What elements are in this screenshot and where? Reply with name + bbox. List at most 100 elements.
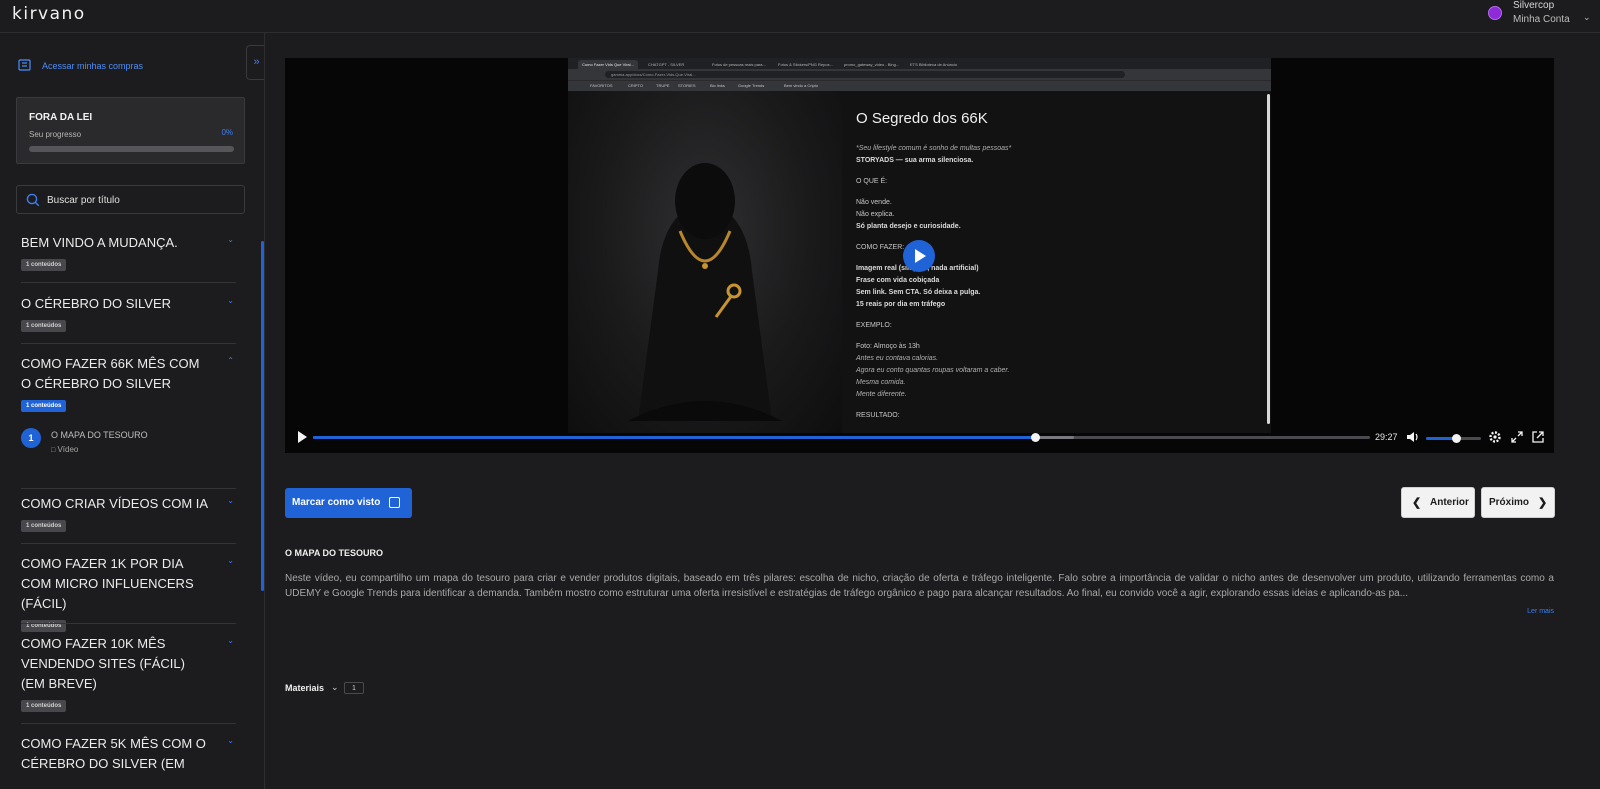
browser-tab: ETS Biblioteca de Anúncio — [910, 62, 958, 67]
double-chevron-right-icon: » — [253, 56, 260, 68]
volume-slider[interactable] — [1426, 434, 1481, 443]
module-item[interactable]: COMO FAZER 10K MÊS VENDENDO SITES (FÁCIL… — [21, 634, 237, 724]
course-progress-card: FORA DA LEI Seu progresso 0% — [16, 97, 245, 164]
module-count-badge: 1 conteúdos — [21, 620, 67, 632]
browser-url: gamma.app/docs/Como-Fazer-Vids-Que-Viral… — [605, 71, 1125, 78]
slide-line: COMO FAZER: — [856, 244, 905, 251]
slide-line: EXEMPLO: — [856, 322, 892, 329]
chevron-down-icon[interactable]: ⌄ — [227, 296, 234, 305]
lesson-number: 1 — [21, 428, 41, 448]
slide-content: O Segredo dos 66K *Seu lifestyle comum é… — [856, 110, 1076, 422]
browser-tab: promo_gateway_video - Bing... — [844, 62, 900, 67]
slide-line: RESULTADO: — [856, 412, 900, 419]
module-item[interactable]: BEM VINDO A MUDANÇA. ⌄ 1 conteúdos — [21, 233, 237, 283]
bookmark: FAVORITOS — [590, 83, 613, 88]
hooded-figure-image — [568, 91, 842, 433]
chevron-down-icon[interactable]: ⌄ — [227, 496, 234, 505]
search-box — [16, 185, 245, 214]
browser-bookmarks-bar: FAVORITOS CRIPTO TRUPE STORIES Bio links… — [568, 80, 1271, 91]
module-count-badge: 1 conteúdos — [21, 259, 67, 271]
chevron-down-icon[interactable]: ⌄ — [227, 736, 234, 745]
module-title: COMO CRIAR VÍDEOS COM IA — [21, 496, 209, 511]
slide-title: O Segredo dos 66K — [856, 110, 988, 127]
mark-as-seen-button[interactable]: Marcar como visto — [285, 488, 412, 518]
previous-button[interactable]: ❮ Anterior — [1401, 487, 1475, 518]
settings-icon[interactable] — [1488, 430, 1502, 444]
slide-line: Mente diferente. — [856, 391, 907, 398]
bookmark: TRUPE — [656, 83, 670, 88]
search-input[interactable] — [47, 191, 237, 209]
slide-scrollbar — [1267, 94, 1270, 424]
slide-line: Só planta desejo e curiosidade. — [856, 223, 961, 230]
slide-line: Agora eu conto quantas roupas voltaram a… — [856, 367, 1010, 374]
center-play-button[interactable] — [903, 240, 935, 272]
slide-line: Frase com vida cobiçada — [856, 277, 940, 284]
browser-tab-bar: Como Fazer Vids Que Viral... CHATGPT - S… — [568, 58, 1271, 69]
module-item[interactable]: O CÉREBRO DO SILVER ⌄ 1 conteúdos — [21, 294, 237, 344]
module-count-badge: 1 conteúdos — [21, 320, 67, 332]
read-more-link[interactable]: Ler mais — [1527, 608, 1554, 615]
kirvano-logo[interactable]: KIRVANO — [12, 4, 86, 24]
materials-label: Materiais — [285, 683, 325, 693]
volume-handle[interactable] — [1452, 434, 1462, 443]
chevron-down-icon[interactable]: ⌄ — [227, 235, 234, 244]
next-label: Próximo — [1489, 497, 1530, 508]
video-camera-icon: □ — [51, 447, 56, 454]
lesson-type: □ Vídeo — [51, 445, 78, 454]
sidebar: » Acessar minhas compras FORA DA LEI Seu… — [0, 33, 265, 789]
module-item-expanded[interactable]: COMO FAZER 66K MÊS COM O CÉREBRO DO SILV… — [21, 354, 237, 412]
fullscreen-icon[interactable] — [1510, 430, 1524, 444]
sidebar-collapse-button[interactable]: » — [246, 45, 264, 80]
divider — [21, 282, 236, 283]
account-menu[interactable]: Silvercop Minha Conta ⌄ — [1488, 0, 1600, 33]
chevron-up-icon[interactable]: ⌃ — [227, 356, 234, 365]
volume-icon[interactable] — [1406, 430, 1420, 444]
video-player[interactable]: Como Fazer Vids Que Viral... CHATGPT - S… — [285, 58, 1554, 453]
sidebar-scrollbar[interactable] — [261, 241, 264, 591]
bookmark: Google Trends — [738, 83, 765, 88]
next-button[interactable]: Próximo ❯ — [1481, 487, 1555, 518]
lesson-description: Neste vídeo, eu compartilho um mapa do t… — [285, 573, 1554, 599]
search-icon — [26, 193, 40, 207]
slide-line: *Seu lifestyle comum é sonho de multas p… — [856, 145, 1012, 152]
bookmark: Bio links — [710, 83, 725, 88]
slide-lines: *Seu lifestyle comum é sonho de multas p… — [856, 143, 1076, 422]
slide-line: 15 reais por dia em tráfego — [856, 301, 946, 308]
time-display: 29:27 — [1375, 432, 1398, 442]
chevron-down-icon[interactable]: ⌄ — [227, 636, 234, 645]
lesson-item[interactable]: 1 O MAPA DO TESOURO □ Vídeo — [21, 428, 237, 489]
module-item[interactable]: COMO CRIAR VÍDEOS COM IA ⌄ 1 conteúdos — [21, 494, 237, 544]
play-icon[interactable] — [295, 430, 309, 444]
module-item[interactable]: COMO FAZER 5K MÊS COM O CÉREBRO DO SILVE… — [21, 734, 237, 774]
progress-bar — [29, 146, 234, 152]
divider — [21, 543, 236, 544]
seek-handle[interactable] — [1030, 433, 1040, 442]
module-title: BEM VINDO A MUDANÇA. — [21, 235, 178, 250]
seek-progress — [313, 436, 1035, 439]
slide-line: Não explica. — [856, 211, 895, 218]
slide-line: O QUE É: — [856, 178, 888, 185]
module-count-badge: 1 conteúdos — [21, 520, 67, 532]
mark-as-seen-label: Marcar como visto — [292, 497, 381, 508]
seek-bar[interactable] — [313, 433, 1370, 442]
chevron-down-icon[interactable]: ⌄ — [1583, 12, 1591, 23]
bookmark: STORIES — [678, 83, 696, 88]
progress-percent: 0% — [221, 128, 233, 137]
browser-tab: Como Fazer Vids Que Viral... — [578, 60, 638, 69]
module-count-badge: 1 conteúdos — [21, 700, 67, 712]
browser-url-bar: gamma.app/docs/Como-Fazer-Vids-Que-Viral… — [568, 69, 1271, 80]
chevron-down-icon[interactable]: ⌄ — [227, 556, 234, 565]
module-title: COMO FAZER 10K MÊS VENDENDO SITES (FÁCIL… — [21, 636, 185, 691]
slide-line: Imagem real (simples, nada artificial) — [856, 265, 979, 272]
divider — [21, 623, 236, 624]
purchases-link-label: Acessar minhas compras — [42, 61, 144, 71]
materials-count-badge: 1 — [344, 682, 364, 694]
popout-icon[interactable] — [1531, 430, 1545, 444]
module-item[interactable]: COMO FAZER 1K POR DIA COM MICRO INFLUENC… — [21, 554, 237, 632]
slide-line: Sem link. Sem CTA. Só deixa a pulga. — [856, 289, 981, 296]
previous-label: Anterior — [1430, 497, 1469, 508]
chevron-right-icon: ❯ — [1538, 497, 1548, 509]
checkbox-icon — [389, 497, 400, 508]
chevron-down-icon: ⌄ — [331, 682, 339, 692]
avatar[interactable] — [1488, 6, 1502, 20]
